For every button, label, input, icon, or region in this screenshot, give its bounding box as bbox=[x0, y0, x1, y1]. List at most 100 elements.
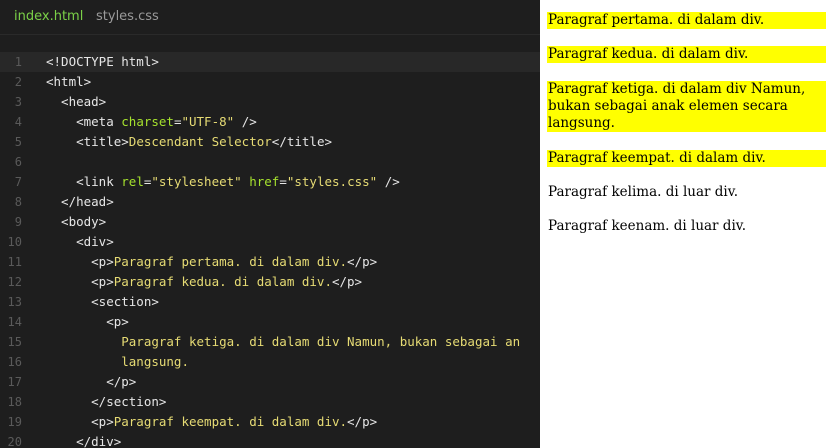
code-token: <html> bbox=[46, 74, 92, 89]
code-token: </head> bbox=[46, 194, 114, 209]
code-line[interactable]: 2 <html> bbox=[0, 72, 540, 92]
code-token: <div> bbox=[46, 234, 114, 249]
code-token: </p> bbox=[347, 254, 378, 269]
preview-paragraph-1: Paragraf pertama. di dalam div. bbox=[547, 12, 826, 29]
code-token: Descendant Selector bbox=[128, 134, 272, 149]
code-line[interactable]: 18 </section> bbox=[0, 392, 540, 412]
tab-styles-css[interactable]: styles.css bbox=[96, 9, 159, 24]
code-text: <p> bbox=[46, 312, 129, 332]
code-token: </p> bbox=[347, 414, 378, 429]
code-token: <!DOCTYPE html> bbox=[46, 54, 159, 69]
line-number: 5 bbox=[14, 135, 22, 149]
code-line[interactable]: 1 <!DOCTYPE html> bbox=[0, 52, 540, 72]
code-text: <section> bbox=[46, 292, 159, 312]
code-text: <head> bbox=[46, 92, 106, 112]
code-line[interactable]: 19 <p>Paragraf keempat. di dalam div.</p… bbox=[0, 412, 540, 432]
code-text: <meta charset="UTF-8" /> bbox=[46, 112, 257, 132]
code-token: Paragraf ketiga. di dalam div Namun, buk… bbox=[46, 334, 521, 349]
code-token: href bbox=[249, 174, 280, 189]
preview-paragraph-6: Paragraf keenam. di luar div. bbox=[548, 218, 747, 234]
code-token: Paragraf pertama. di dalam div. bbox=[113, 254, 348, 269]
code-token: <body> bbox=[46, 214, 107, 229]
code-line[interactable]: 8 </head> bbox=[0, 192, 540, 212]
code-token: rel bbox=[121, 174, 144, 189]
line-number: 18 bbox=[7, 395, 22, 409]
code-line[interactable]: 5 <title>Descendant Selector</title> bbox=[0, 132, 540, 152]
code-line[interactable]: 20 </div> bbox=[0, 432, 540, 448]
code-token: Paragraf keempat. di dalam div. bbox=[113, 414, 348, 429]
line-number: 17 bbox=[7, 375, 22, 389]
code-token: </p> bbox=[46, 374, 137, 389]
code-token: "UTF-8" bbox=[181, 114, 235, 129]
code-text: <html> bbox=[46, 72, 91, 92]
code-text: <!DOCTYPE html> bbox=[46, 52, 159, 72]
code-text: <p>Paragraf keempat. di dalam div.</p> bbox=[46, 412, 377, 432]
line-number: 10 bbox=[7, 235, 22, 249]
code-text: Paragraf ketiga. di dalam div Namun, buk… bbox=[46, 332, 520, 352]
code-line[interactable]: 9 <body> bbox=[0, 212, 540, 232]
code-token: </title> bbox=[271, 134, 333, 149]
browser-preview: Paragraf pertama. di dalam div. Paragraf… bbox=[540, 0, 830, 448]
code-text: <p>Paragraf kedua. di dalam div.</p> bbox=[46, 272, 362, 292]
code-line[interactable]: 15 Paragraf ketiga. di dalam div Namun, … bbox=[0, 332, 540, 352]
code-line[interactable]: 11 <p>Paragraf pertama. di dalam div.</p… bbox=[0, 252, 540, 272]
code-token: "styles.css" bbox=[286, 174, 378, 189]
line-number: 8 bbox=[14, 195, 22, 209]
code-line[interactable]: 7 <link rel="stylesheet" href="styles.cs… bbox=[0, 172, 540, 192]
code-line[interactable]: 10 <div> bbox=[0, 232, 540, 252]
line-number: 11 bbox=[7, 255, 22, 269]
preview-paragraph-4: Paragraf keempat. di dalam div. bbox=[547, 150, 826, 167]
code-token: <p> bbox=[46, 314, 129, 329]
line-number: 15 bbox=[7, 335, 22, 349]
preview-paragraph-2: Paragraf kedua. di dalam div. bbox=[547, 46, 826, 63]
code-line[interactable]: 16 langsung. bbox=[0, 352, 540, 372]
code-text: </section> bbox=[46, 392, 166, 412]
code-line[interactable]: 14 <p> bbox=[0, 312, 540, 332]
preview-paragraph-5: Paragraf kelima. di luar div. bbox=[548, 184, 739, 200]
line-number: 16 bbox=[7, 355, 22, 369]
code-editor[interactable]: index.html styles.css 1 <!DOCTYPE html> 2 <… bbox=[0, 0, 540, 448]
line-number: 13 bbox=[7, 295, 22, 309]
line-number: 2 bbox=[14, 75, 22, 89]
code-line[interactable]: 12 <p>Paragraf kedua. di dalam div.</p> bbox=[0, 272, 540, 292]
line-number: 7 bbox=[14, 175, 22, 189]
code-token: </section> bbox=[46, 394, 167, 409]
code-token: Paragraf kedua. di dalam div. bbox=[113, 274, 332, 289]
line-number: 6 bbox=[14, 155, 22, 169]
line-number: 14 bbox=[7, 315, 22, 329]
code-token: <p> bbox=[46, 274, 114, 289]
code-token: </p> bbox=[331, 274, 363, 289]
code-token: "stylesheet" bbox=[151, 174, 242, 189]
line-number: 9 bbox=[14, 215, 22, 229]
code-line[interactable]: 3 <head> bbox=[0, 92, 540, 112]
code-text: </head> bbox=[46, 192, 114, 212]
code-text: </div> bbox=[46, 432, 121, 448]
code-token: <head> bbox=[46, 94, 107, 109]
code-line[interactable]: 13 <section> bbox=[0, 292, 540, 312]
preview-paragraph-3: Paragraf ketiga. di dalam div Namun, buk… bbox=[547, 81, 826, 132]
code-token: /> bbox=[234, 114, 257, 129]
line-number: 19 bbox=[7, 415, 22, 429]
code-line[interactable]: 4 <meta charset="UTF-8" /> bbox=[0, 112, 540, 132]
code-text: </p> bbox=[46, 372, 136, 392]
code-token: = bbox=[279, 174, 287, 189]
code-token: <p> bbox=[46, 414, 114, 429]
code-line[interactable]: 6 bbox=[0, 152, 540, 172]
line-number: 1 bbox=[14, 55, 22, 69]
tab-bar: index.html styles.css bbox=[0, 0, 540, 35]
line-number: 12 bbox=[7, 275, 22, 289]
code-token: <title> bbox=[46, 134, 129, 149]
code-text: <title>Descendant Selector</title> bbox=[46, 132, 332, 152]
code-token: langsung. bbox=[46, 354, 189, 369]
code-text: <div> bbox=[46, 232, 114, 252]
code-token: <meta bbox=[46, 114, 122, 129]
code-area[interactable]: 1 <!DOCTYPE html> 2 <html> 3 <head> 4 <meta c… bbox=[0, 52, 540, 448]
code-token: <p> bbox=[46, 254, 114, 269]
code-token: <section> bbox=[46, 294, 159, 309]
line-number: 3 bbox=[14, 95, 22, 109]
line-number: 20 bbox=[7, 435, 22, 448]
code-token: <link bbox=[46, 174, 122, 189]
tab-index-html[interactable]: index.html bbox=[14, 9, 83, 24]
code-line[interactable]: 17 </p> bbox=[0, 372, 540, 392]
code-text: <link rel="stylesheet" href="styles.css"… bbox=[46, 172, 400, 192]
